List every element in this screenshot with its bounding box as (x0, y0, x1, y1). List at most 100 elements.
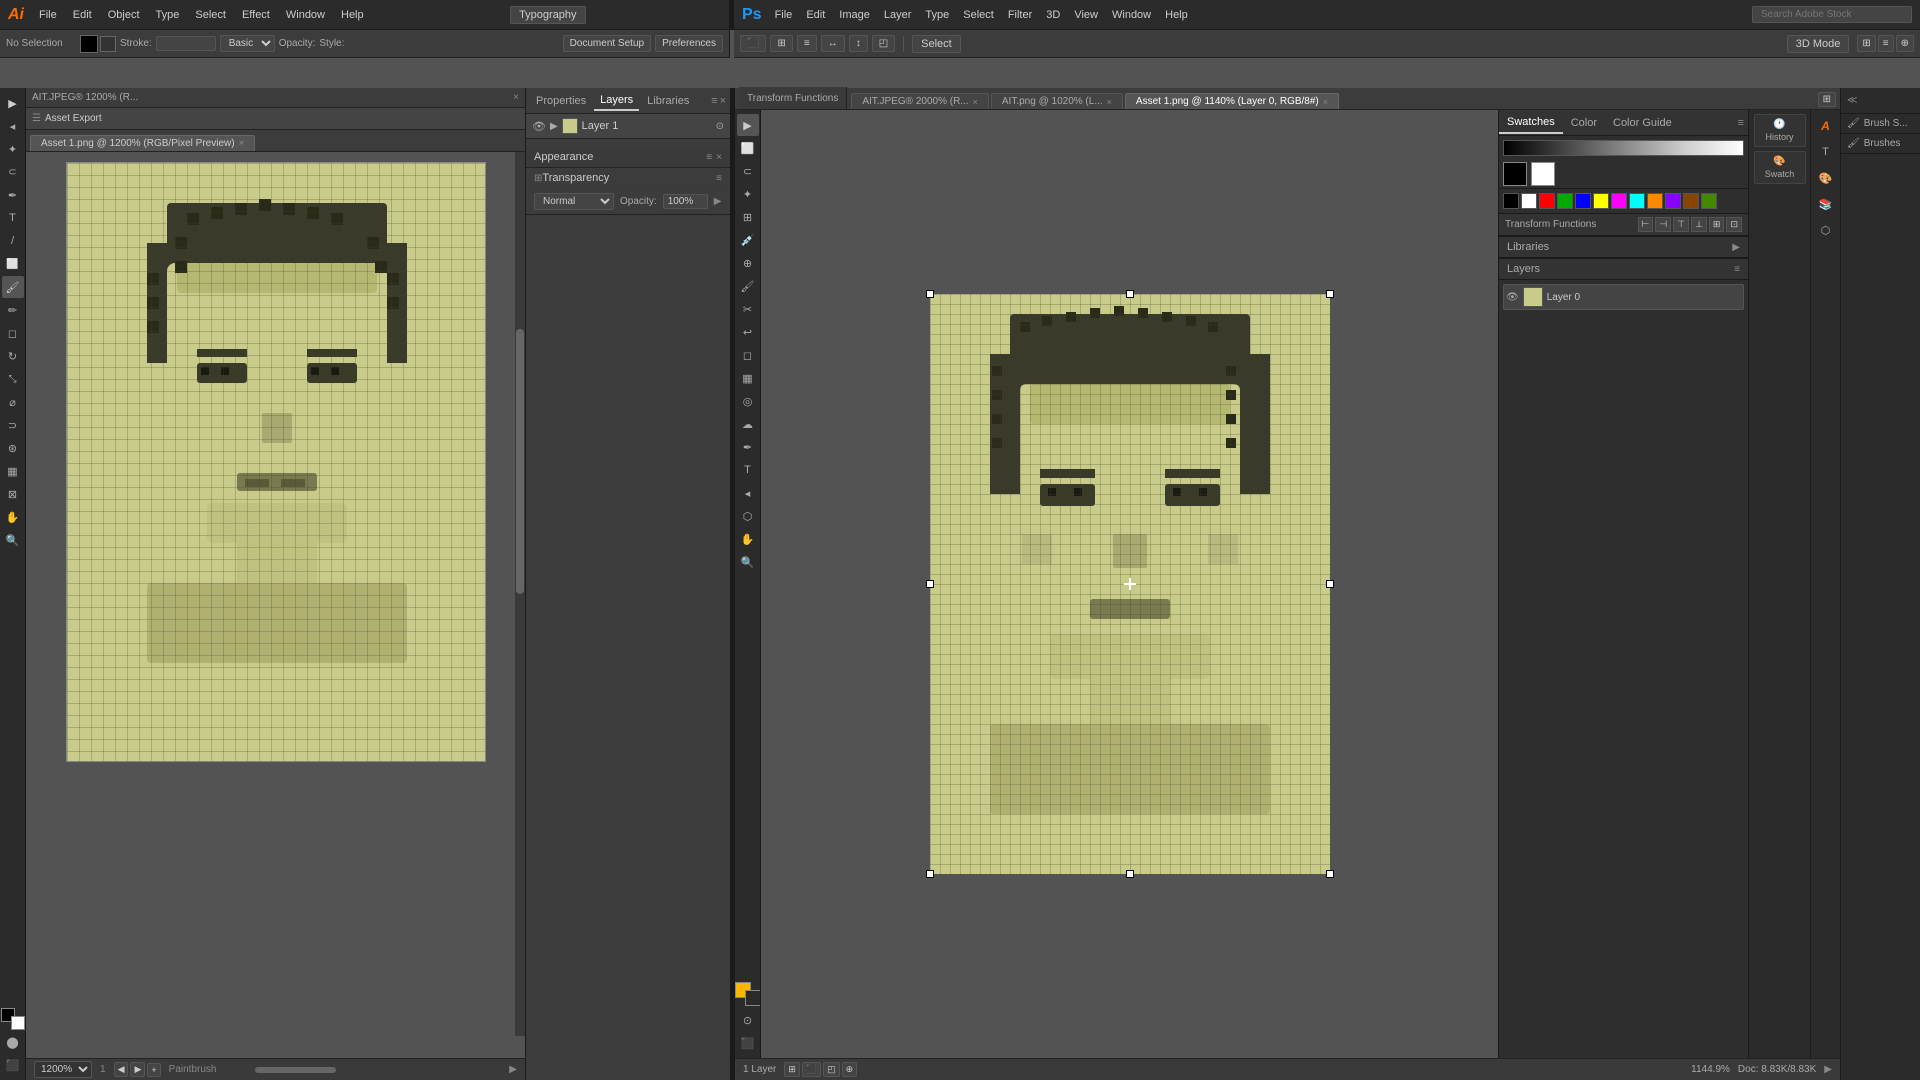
swatch-1[interactable] (1503, 193, 1519, 209)
ps-status-icon1[interactable]: ⊞ (784, 1062, 800, 1077)
ps-tool-move[interactable]: ▶ (737, 114, 759, 136)
ai-tool-eraser[interactable]: ◻ (2, 322, 24, 344)
ai-tool-pen[interactable]: ✒ (2, 184, 24, 206)
layer-target-icon[interactable]: ⊙ (716, 121, 724, 132)
handle-bot-left[interactable] (926, 870, 934, 878)
ps-tabs-arrange[interactable]: ⊞ (1818, 92, 1836, 107)
ai-menu-type[interactable]: Type (151, 7, 185, 23)
ai-menu-window[interactable]: Window (281, 7, 330, 23)
swatch-panel-btn[interactable]: 🎨 Swatch (1754, 151, 1806, 184)
layer-vis-eye[interactable]: 👁 (1506, 292, 1519, 303)
swatch-11[interactable] (1683, 193, 1699, 209)
ai-tool-lasso[interactable]: ⊂ (2, 161, 24, 183)
ps-tool-hand[interactable]: ✋ (737, 528, 759, 550)
ai-tool-pencil[interactable]: ✏ (2, 299, 24, 321)
ps-tool-path-select[interactable]: ◂ (737, 482, 759, 504)
ai-menu-edit[interactable]: Edit (68, 7, 97, 23)
ai-menu-effect[interactable]: Effect (237, 7, 275, 23)
layers-options-icon[interactable]: ≡ (1734, 264, 1740, 275)
ps-toolbar-icon1[interactable]: ⊞ (1857, 35, 1875, 52)
ai-tool-width[interactable]: ⊃ (2, 414, 24, 436)
ps-menu-window[interactable]: Window (1107, 7, 1156, 23)
ai-menu-file[interactable]: File (34, 7, 62, 23)
swatch-12[interactable] (1701, 193, 1717, 209)
handle-mid-left[interactable] (926, 580, 934, 588)
ps-tool-lasso[interactable]: ⊂ (737, 160, 759, 182)
ps-tool-brush[interactable]: 🖌 (737, 275, 759, 297)
swatch-3[interactable] (1539, 193, 1555, 209)
ai-zoom-select[interactable]: 1200% (34, 1061, 92, 1078)
ps-menu-filter[interactable]: Filter (1003, 7, 1037, 23)
ai-tool-select[interactable]: ▶ (2, 92, 24, 114)
ps-tb-btn1[interactable]: ⬛ (740, 35, 766, 52)
handle-bot-center[interactable] (1126, 870, 1134, 878)
ai-tool-column[interactable]: ▦ (2, 460, 24, 482)
ai-horizontal-scrollbar[interactable] (228, 1066, 497, 1074)
style-select[interactable]: Basic (220, 35, 275, 52)
opacity-input[interactable] (663, 194, 708, 209)
ps-tab-1[interactable]: AIT.JPEG® 2000% (R...× (851, 93, 989, 109)
layer-name[interactable]: Layer 1 (582, 120, 712, 132)
ai-tool-change-mode[interactable]: ⬛ (2, 1054, 24, 1076)
tab-swatches[interactable]: Swatches (1499, 112, 1563, 134)
ps-tb-btn6[interactable]: ◰ (872, 35, 895, 52)
ps-tab1-close[interactable]: × (973, 97, 978, 107)
swatch-9[interactable] (1647, 193, 1663, 209)
ps-tool-gradient[interactable]: ▦ (737, 367, 759, 389)
swatch-8[interactable] (1629, 193, 1645, 209)
ai-vertical-scrollbar[interactable] (515, 152, 525, 1036)
ps-menu-3d[interactable]: 3D (1041, 7, 1065, 23)
ps-canvas-container[interactable] (930, 294, 1330, 874)
ps-tool-shape[interactable]: ⬡ (737, 505, 759, 527)
tab-color[interactable]: Color (1563, 113, 1605, 133)
ai-panel-close[interactable]: × (513, 92, 519, 103)
ps-tool-magic-wand[interactable]: ✦ (737, 183, 759, 205)
ai-right-icon-3[interactable]: 🎨 (1814, 166, 1838, 190)
stroke-input[interactable] (156, 36, 216, 51)
ai-tool-paintbrush[interactable]: 🖌 (2, 276, 24, 298)
ps-status-icon2[interactable]: ⬛ (802, 1062, 821, 1077)
ps-tool-history-brush[interactable]: ↩ (737, 321, 759, 343)
bg-color-chip[interactable] (1531, 162, 1555, 186)
ai-menu-object[interactable]: Object (103, 7, 145, 23)
tab-layers[interactable]: Layers (594, 91, 639, 111)
ai-tool-rotate[interactable]: ↻ (2, 345, 24, 367)
ps-tool-pen[interactable]: ✒ (737, 436, 759, 458)
ps-quick-mask[interactable]: ⊙ (737, 1009, 759, 1031)
transparency-options[interactable]: ≡ (716, 173, 722, 184)
ps-tool-crop[interactable]: ⊞ (737, 206, 759, 228)
ps-tool-eraser[interactable]: ◻ (737, 344, 759, 366)
ps-tb-btn3[interactable]: ≡ (797, 35, 817, 52)
ps-tab-3[interactable]: Asset 1.png @ 1140% (Layer 0, RGB/8#)× (1125, 93, 1339, 109)
ai-next-page[interactable]: ▶ (130, 1062, 145, 1077)
ps-tool-marquee[interactable]: ⬜ (737, 137, 759, 159)
ai-tool-magic-wand[interactable]: ✦ (2, 138, 24, 160)
brushes-collapse-btn[interactable]: ≪ (1847, 95, 1857, 106)
ps-toolbar-icon3[interactable]: ⊕ (1896, 35, 1914, 52)
ai-canvas-tab-1[interactable]: Asset 1.png @ 1200% (RGB/Pixel Preview) … (30, 135, 255, 151)
ai-tool-drawing-mode[interactable]: ⬤ (2, 1031, 24, 1053)
tab-properties[interactable]: Properties (530, 92, 592, 110)
ps-select-dropdown[interactable]: Select (912, 35, 961, 53)
layers-header[interactable]: Layers ≡ (1499, 259, 1748, 280)
3d-mode-btn[interactable]: 3D Mode (1787, 35, 1850, 53)
ps-status-icon3[interactable]: ◰ (823, 1062, 840, 1077)
swatch-5[interactable] (1575, 193, 1591, 209)
ps-tb-btn2[interactable]: ⊞ (770, 35, 792, 52)
ps-status-icon4[interactable]: ⊕ (842, 1062, 858, 1077)
ps-menu-view[interactable]: View (1069, 7, 1103, 23)
ai-tool-line[interactable]: / (2, 230, 24, 252)
libraries-header[interactable]: Libraries ▶ (1499, 237, 1748, 258)
handle-top-center[interactable] (1126, 290, 1134, 298)
ai-right-icon-4[interactable]: 📚 (1814, 192, 1838, 216)
color-panel-options[interactable]: ≡ (1734, 113, 1748, 133)
ai-tool-text[interactable]: T (2, 207, 24, 229)
ai-tool-colors[interactable] (1, 1008, 25, 1030)
swatch-2[interactable] (1521, 193, 1537, 209)
align-right[interactable]: ⊤ (1673, 217, 1689, 232)
ai-tool-slice[interactable]: ⊠ (2, 483, 24, 505)
ps-tb-btn5[interactable]: ↕ (849, 35, 868, 52)
ai-right-icon-2[interactable]: T (1814, 140, 1838, 164)
ai-tool-scale[interactable]: ⤡ (2, 368, 24, 390)
ps-tool-spot-heal[interactable]: ⊕ (737, 252, 759, 274)
